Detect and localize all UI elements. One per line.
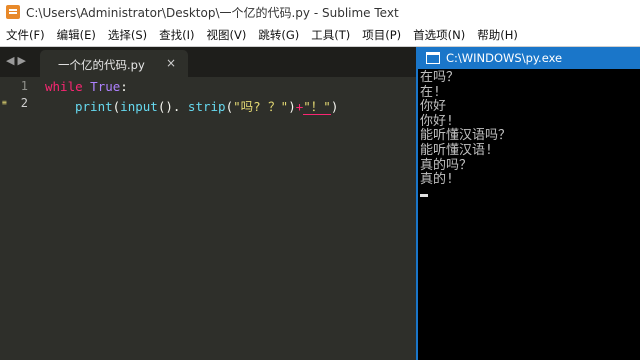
console-line: 在吗？ — [420, 70, 460, 85]
colon: : — [120, 79, 128, 94]
sublime-window: C:\Users\Administrator\Desktop\一个亿的代码.py… — [0, 0, 640, 360]
tab-code-file[interactable]: 一个亿的代码.py × — [40, 50, 188, 77]
string-literal: "吗? ？" — [233, 99, 289, 114]
menu-tools[interactable]: 工具(T) — [305, 27, 356, 43]
menu-edit[interactable]: 编辑(E) — [51, 27, 102, 43]
console-line: 能听懂汉语! — [420, 142, 493, 158]
console-cursor — [420, 193, 428, 197]
menu-preferences[interactable]: 首选项(N) — [407, 27, 471, 43]
paren: ) — [330, 99, 339, 114]
paren: ( — [225, 99, 234, 114]
console-output: 在吗？ 在! 你好 你好! 能听懂汉语吗？ 能听懂汉语! 真的吗？ 真的! — [418, 70, 640, 360]
func-strip: strip — [187, 99, 226, 114]
console-line: 真的! — [420, 172, 454, 188]
code-line-1: while True: — [45, 79, 128, 94]
console-line: 你好 — [420, 99, 447, 115]
constant-true: True — [90, 79, 121, 94]
menu-file[interactable]: 文件(F) — [0, 27, 51, 43]
menu-find[interactable]: 查找(I) — [153, 27, 200, 43]
line-number: 1 — [20, 79, 28, 93]
func-print: print — [75, 99, 113, 114]
keyword-while: while — [45, 79, 83, 94]
console-title: C:\WINDOWS\py.exe — [446, 51, 563, 65]
menu-project[interactable]: 项目(P) — [356, 27, 407, 43]
window-title: C:\Users\Administrator\Desktop\一个亿的代码.py… — [26, 5, 399, 20]
menu-selection[interactable]: 选择(S) — [102, 27, 153, 43]
menu-view[interactable]: 视图(V) — [201, 27, 253, 43]
line-gutter: 1 ≡ 2 — [0, 77, 38, 360]
sublime-logo-icon — [6, 5, 20, 19]
console-line: 能听懂汉语吗？ — [420, 128, 512, 144]
menu-bar: 文件(F) 编辑(E) 选择(S) 查找(I) 视图(V) 跳转(G) 工具(T… — [0, 24, 640, 47]
func-input: input — [120, 99, 158, 114]
menu-help[interactable]: 帮助(H) — [471, 27, 524, 43]
console-window[interactable]: C:\WINDOWS\py.exe 在吗？ 在! 你好 你好! 能听懂汉语吗？ … — [416, 47, 640, 360]
paren: ) — [288, 99, 296, 114]
code-line-2: print(input(). strip("吗? ？")+"！") — [75, 96, 338, 115]
modified-marker-icon: ≡ — [2, 98, 7, 107]
code-editor[interactable]: 1 ≡ 2 while True: print(input(). strip("… — [0, 77, 416, 360]
console-line: 你好! — [420, 113, 454, 129]
paren: (). — [157, 99, 188, 114]
tab-close-icon[interactable]: × — [166, 56, 176, 70]
console-title-bar: C:\WINDOWS\py.exe — [418, 47, 640, 69]
console-line: 在! — [420, 84, 441, 100]
menu-goto[interactable]: 跳转(G) — [252, 27, 305, 43]
console-window-icon — [426, 52, 440, 64]
console-line: 真的吗？ — [420, 157, 473, 173]
tab-scroll-arrows-icon[interactable]: ◀▶ — [6, 54, 29, 67]
tab-bar: ◀▶ 一个亿的代码.py × — [0, 47, 416, 77]
line-number: 2 — [20, 96, 28, 110]
tab-label: 一个亿的代码.py — [58, 58, 145, 72]
title-bar: C:\Users\Administrator\Desktop\一个亿的代码.py… — [0, 0, 640, 25]
string-literal: "！" — [303, 99, 331, 115]
